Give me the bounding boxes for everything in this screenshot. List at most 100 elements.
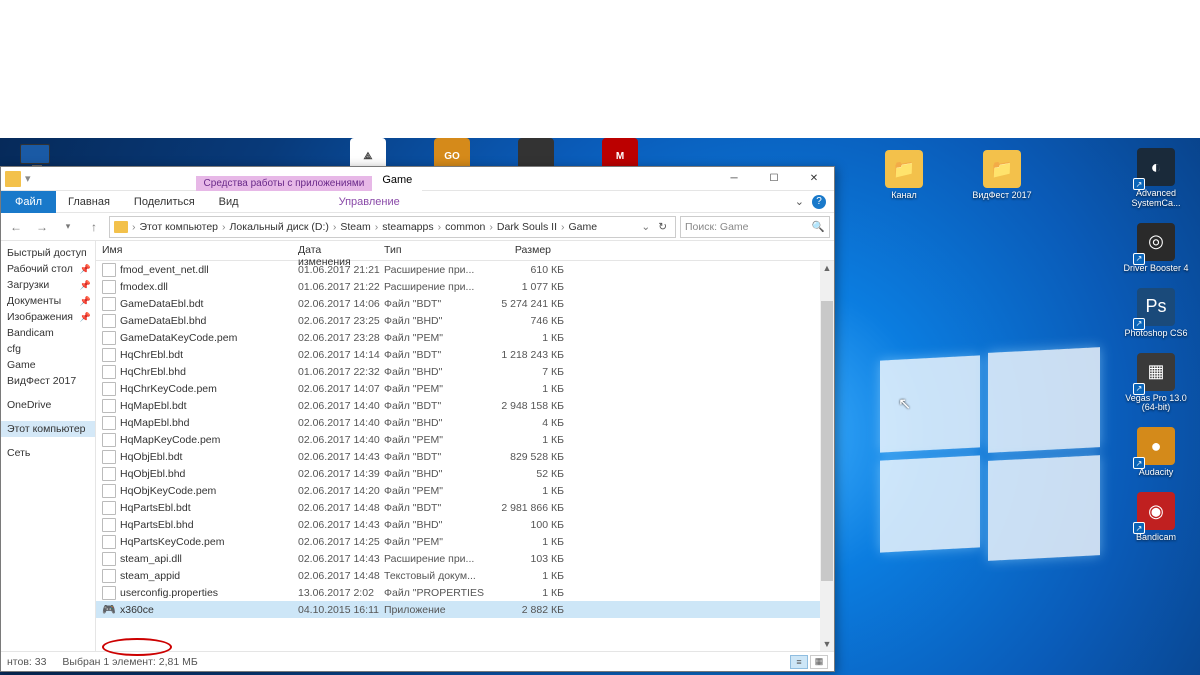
breadcrumb-segment[interactable]: Этот компьютер <box>140 221 219 233</box>
nav-item[interactable]: cfg <box>1 341 95 357</box>
column-headers[interactable]: Имя Дата изменения Тип Размер <box>96 241 834 261</box>
desktop-mid-icons: 📁 Канал 📁 ВидФест 2017 <box>870 150 1036 201</box>
file-type: Расширение при... <box>384 264 484 276</box>
view-tab[interactable]: Вид <box>207 193 251 211</box>
file-size: 1 218 243 КБ <box>484 349 564 361</box>
titlebar[interactable]: ▾ Средства работы с приложениями Game ─ … <box>1 167 834 191</box>
desktop-shortcut[interactable]: ◉↗Bandicam <box>1122 492 1190 543</box>
file-row[interactable]: HqPartsEbl.bdt02.06.2017 14:48Файл "BDT"… <box>96 499 834 516</box>
breadcrumb-segment[interactable]: common <box>445 221 485 233</box>
file-date: 02.06.2017 14:43 <box>298 519 384 531</box>
desktop-shortcut[interactable]: ▦↗Vegas Pro 13.0 (64-bit) <box>1122 353 1190 414</box>
view-tiles-button[interactable]: ▦ <box>810 655 828 669</box>
home-tab[interactable]: Главная <box>56 193 122 211</box>
close-button[interactable]: ✕ <box>794 167 834 191</box>
nav-item[interactable]: Сеть <box>1 445 95 461</box>
nav-recent-button[interactable]: ▾ <box>57 216 79 238</box>
file-date: 02.06.2017 23:28 <box>298 332 384 344</box>
file-row[interactable]: 🎮x360ce04.10.2015 16:11Приложение2 882 К… <box>96 601 834 618</box>
desktop[interactable]: ⟁ GO M 📁 Канал 📁 ВидФест 2017 ◐↗Advanced… <box>0 138 1200 675</box>
file-row[interactable]: userconfig.properties13.06.2017 2:02Файл… <box>96 584 834 601</box>
file-row[interactable]: GameDataEbl.bdt02.06.2017 14:06Файл "BDT… <box>96 295 834 312</box>
col-name[interactable]: Имя <box>96 241 292 260</box>
file-row[interactable]: HqPartsKeyCode.pem02.06.2017 14:25Файл "… <box>96 533 834 550</box>
file-row[interactable]: HqChrEbl.bhd01.06.2017 22:32Файл "BHD"7 … <box>96 363 834 380</box>
file-row[interactable]: HqMapEbl.bdt02.06.2017 14:40Файл "BDT"2 … <box>96 397 834 414</box>
file-row[interactable]: fmodex.dll01.06.2017 21:22Расширение при… <box>96 278 834 295</box>
app-icon: 🎮 <box>102 603 116 617</box>
nav-pane[interactable]: Быстрый доступРабочий стол📌Загрузки📌Доку… <box>1 241 96 651</box>
file-name: steam_api.dll <box>120 553 298 565</box>
manage-tab[interactable]: Управление <box>327 193 412 211</box>
file-list[interactable]: Имя Дата изменения Тип Размер fmod_event… <box>96 241 834 651</box>
file-row[interactable]: steam_appid02.06.2017 14:48Текстовый док… <box>96 567 834 584</box>
address-dropdown-icon[interactable]: ⌄ <box>641 221 650 233</box>
file-row[interactable]: GameDataEbl.bhd02.06.2017 23:25Файл "BHD… <box>96 312 834 329</box>
breadcrumb-segment[interactable]: steamapps <box>382 221 433 233</box>
breadcrumb-segment[interactable]: Steam <box>340 221 370 233</box>
col-type[interactable]: Тип <box>378 241 478 260</box>
nav-back-button[interactable]: ← <box>5 216 27 238</box>
explorer-window[interactable]: ▾ Средства работы с приложениями Game ─ … <box>0 166 835 672</box>
nav-item[interactable]: OneDrive <box>1 397 95 413</box>
file-row[interactable]: HqPartsEbl.bhd02.06.2017 14:43Файл "BHD"… <box>96 516 834 533</box>
scrollbar-thumb[interactable] <box>821 301 833 581</box>
desktop-right-icons: ◐↗Advanced SystemCa... ◎↗Driver Booster 4… <box>1122 148 1190 543</box>
scroll-down-icon[interactable]: ▼ <box>820 637 834 651</box>
file-type: Файл "BHD" <box>384 366 484 378</box>
file-row[interactable]: HqObjKeyCode.pem02.06.2017 14:20Файл "PE… <box>96 482 834 499</box>
file-row[interactable]: HqMapEbl.bhd02.06.2017 14:40Файл "BHD"4 … <box>96 414 834 431</box>
file-size: 52 КБ <box>484 468 564 480</box>
nav-item[interactable]: Быстрый доступ <box>1 245 95 261</box>
scroll-up-icon[interactable]: ▲ <box>820 261 834 275</box>
breadcrumb-segment[interactable]: Game <box>569 221 598 233</box>
folder-icon <box>5 171 21 187</box>
col-size[interactable]: Размер <box>478 241 558 260</box>
desktop-folder-channel[interactable]: 📁 Канал <box>870 150 938 201</box>
desktop-shortcut[interactable]: ●↗Audacity <box>1122 427 1190 478</box>
file-row[interactable]: HqObjEbl.bhd02.06.2017 14:39Файл "BHD"52… <box>96 465 834 482</box>
col-date[interactable]: Дата изменения <box>292 241 378 260</box>
nav-up-button[interactable]: ↑ <box>83 216 105 238</box>
nav-item[interactable]: Изображения📌 <box>1 309 95 325</box>
breadcrumb-segment[interactable]: Dark Souls II <box>497 221 557 233</box>
file-size: 5 274 241 КБ <box>484 298 564 310</box>
ribbon-expand-icon[interactable]: ⌄ <box>795 195 804 208</box>
file-icon <box>102 331 116 345</box>
view-details-button[interactable]: ≡ <box>790 655 808 669</box>
nav-item[interactable]: Документы📌 <box>1 293 95 309</box>
file-row[interactable]: fmod_event_net.dll01.06.2017 21:21Расшир… <box>96 261 834 278</box>
file-row[interactable]: HqChrKeyCode.pem02.06.2017 14:07Файл "PE… <box>96 380 834 397</box>
desktop-folder-vidfest[interactable]: 📁 ВидФест 2017 <box>968 150 1036 201</box>
nav-item[interactable]: Рабочий стол📌 <box>1 261 95 277</box>
maximize-button[interactable]: ☐ <box>754 167 794 191</box>
file-row[interactable]: HqChrEbl.bdt02.06.2017 14:14Файл "BDT"1 … <box>96 346 834 363</box>
file-row[interactable]: HqMapKeyCode.pem02.06.2017 14:40Файл "PE… <box>96 431 834 448</box>
nav-item[interactable]: ВидФест 2017 <box>1 373 95 389</box>
file-type: Файл "BDT" <box>384 400 484 412</box>
file-row[interactable]: GameDataKeyCode.pem02.06.2017 23:28Файл … <box>96 329 834 346</box>
desktop-shortcut[interactable]: Ps↗Photoshop CS6 <box>1122 288 1190 339</box>
nav-forward-button[interactable]: → <box>31 216 53 238</box>
file-type: Файл "PEM" <box>384 332 484 344</box>
vertical-scrollbar[interactable]: ▲ ▼ <box>820 261 834 651</box>
nav-item[interactable]: Этот компьютер <box>1 421 95 437</box>
breadcrumb-separator-icon: › <box>132 221 136 233</box>
refresh-icon[interactable]: ↻ <box>658 221 667 233</box>
file-size: 1 КБ <box>484 383 564 395</box>
nav-item[interactable]: Game <box>1 357 95 373</box>
minimize-button[interactable]: ─ <box>714 167 754 191</box>
nav-item[interactable]: Bandicam <box>1 325 95 341</box>
desktop-shortcut[interactable]: ◎↗Driver Booster 4 <box>1122 223 1190 274</box>
file-name: fmodex.dll <box>120 281 298 293</box>
breadcrumb-segment[interactable]: Локальный диск (D:) <box>230 221 329 233</box>
file-row[interactable]: HqObjEbl.bdt02.06.2017 14:43Файл "BDT"82… <box>96 448 834 465</box>
share-tab[interactable]: Поделиться <box>122 193 207 211</box>
help-icon[interactable]: ? <box>812 195 826 209</box>
file-row[interactable]: steam_api.dll02.06.2017 14:43Расширение … <box>96 550 834 567</box>
address-bar[interactable]: ›Этот компьютер›Локальный диск (D:)›Stea… <box>109 216 676 238</box>
nav-item[interactable]: Загрузки📌 <box>1 277 95 293</box>
file-tab[interactable]: Файл <box>1 191 56 213</box>
search-input[interactable]: Поиск: Game 🔍 <box>680 216 830 238</box>
desktop-shortcut[interactable]: ◐↗Advanced SystemCa... <box>1122 148 1190 209</box>
